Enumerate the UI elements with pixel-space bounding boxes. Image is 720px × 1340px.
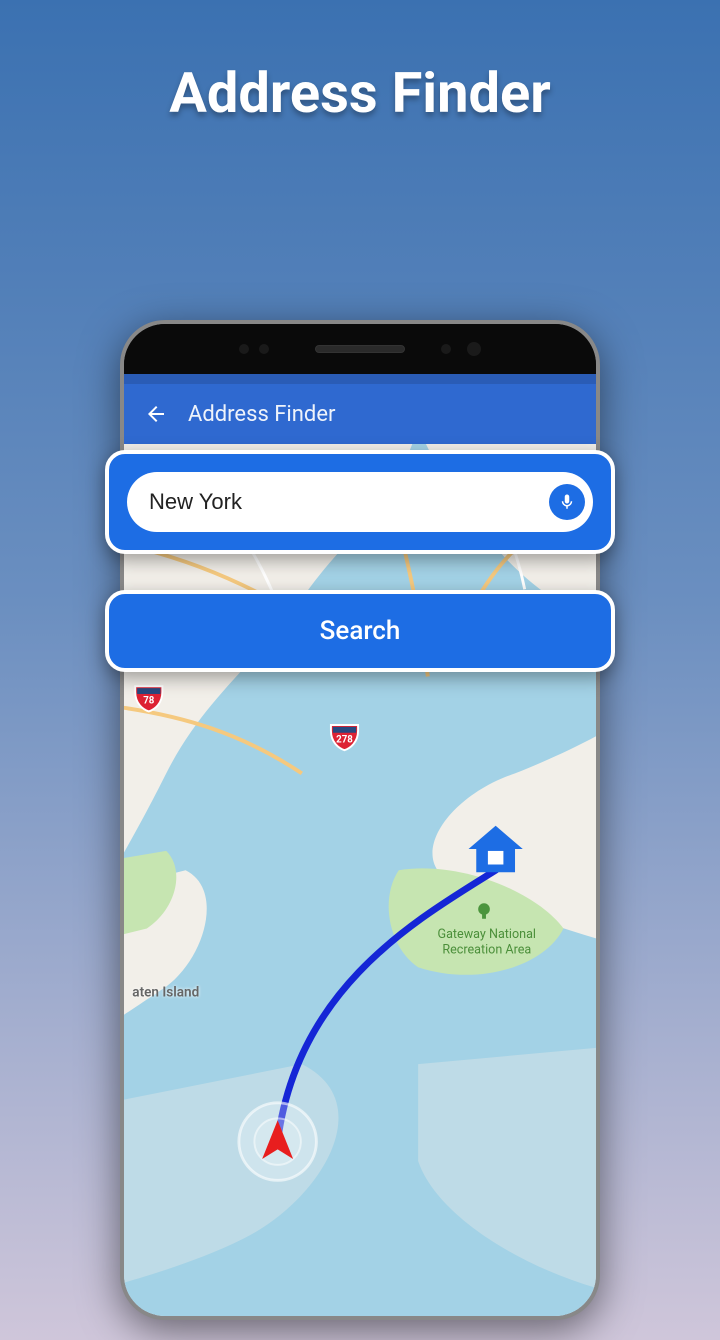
voice-search-button[interactable] xyxy=(549,484,585,520)
svg-text:278: 278 xyxy=(336,734,353,745)
back-arrow-icon[interactable] xyxy=(144,402,168,426)
map-island-label: aten Island xyxy=(132,984,199,1000)
search-button-label: Search xyxy=(320,616,401,646)
map-park-label-2: Recreation Area xyxy=(442,943,531,958)
microphone-icon xyxy=(558,493,576,511)
search-input-card xyxy=(105,450,615,554)
page-title: Address Finder xyxy=(0,60,720,126)
current-location-marker xyxy=(239,1103,317,1181)
search-input-wrapper xyxy=(127,472,593,532)
svg-text:78: 78 xyxy=(143,696,155,707)
phone-notch xyxy=(124,324,596,374)
search-button[interactable]: Search xyxy=(105,590,615,672)
app-bar: Address Finder xyxy=(124,374,596,444)
appbar-title: Address Finder xyxy=(188,402,335,427)
map-park-label-1: Gateway National xyxy=(438,927,536,942)
search-input[interactable] xyxy=(149,489,549,515)
map-view[interactable]: 280 495 78 278 New York xyxy=(124,444,596,1316)
